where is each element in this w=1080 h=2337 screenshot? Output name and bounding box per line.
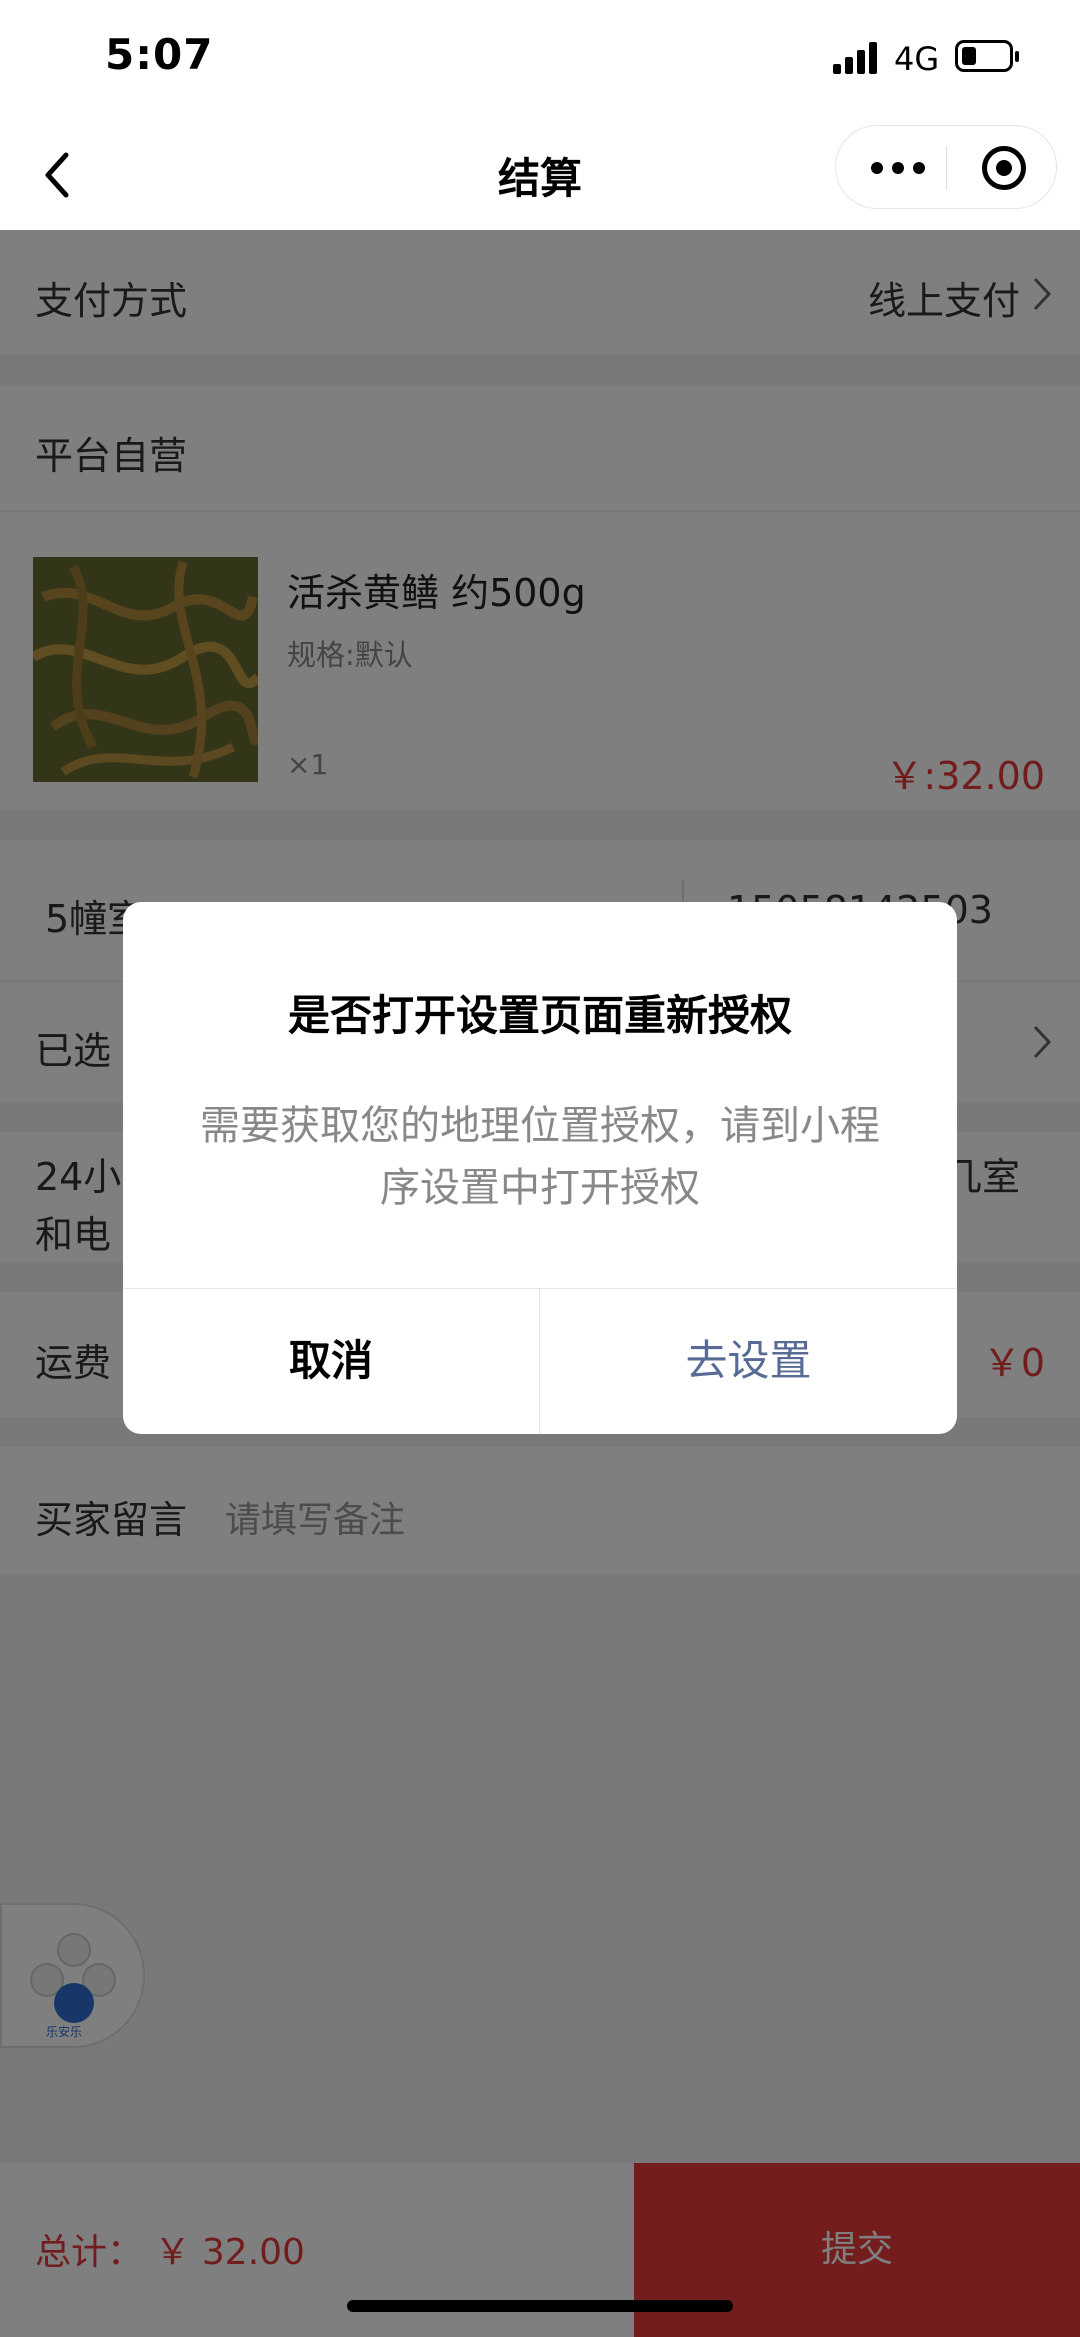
more-icon[interactable] bbox=[871, 162, 925, 174]
status-bar: 5:07 4G bbox=[0, 0, 1080, 115]
signal-icon bbox=[833, 42, 883, 74]
capsule-divider bbox=[946, 146, 947, 190]
miniprogram-capsule bbox=[835, 125, 1057, 209]
close-miniprogram-icon[interactable] bbox=[982, 146, 1026, 190]
dialog-message: 需要获取您的地理位置授权，请到小程序设置中打开授权 bbox=[200, 1103, 880, 1211]
dialog-title: 是否打开设置页面重新授权 bbox=[287, 991, 792, 1040]
battery-icon bbox=[955, 40, 1019, 72]
nav-bar: 结算 bbox=[0, 115, 1080, 230]
home-indicator bbox=[347, 2300, 733, 2312]
cancel-button[interactable]: 取消 bbox=[123, 1288, 539, 1434]
status-time: 5:07 bbox=[105, 30, 214, 79]
authorization-dialog: 是否打开设置页面重新授权 需要获取您的地理位置授权，请到小程序设置中打开授权 取… bbox=[123, 902, 957, 1434]
go-to-settings-button[interactable]: 去设置 bbox=[540, 1288, 957, 1434]
network-type: 4G bbox=[894, 40, 940, 78]
